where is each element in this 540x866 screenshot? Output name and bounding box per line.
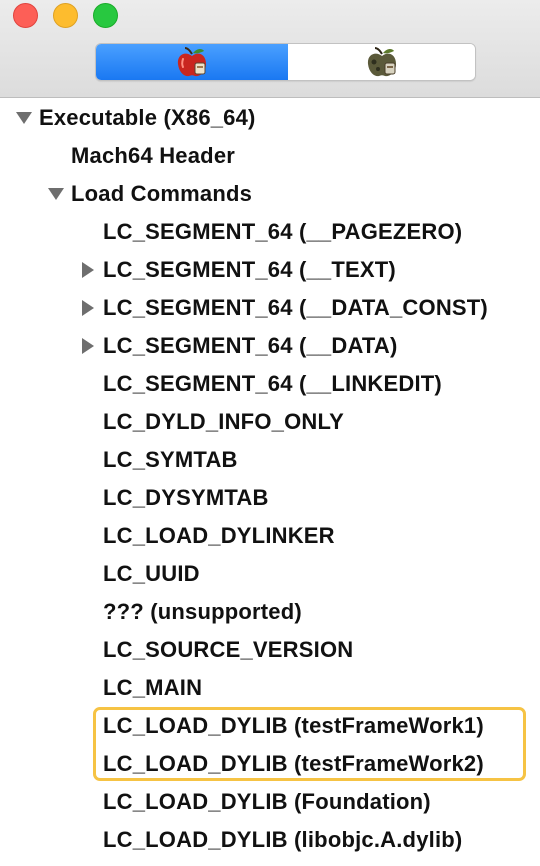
close-window-button[interactable] bbox=[13, 3, 38, 28]
tree-row-load-dylib-testframework1[interactable]: LC_LOAD_DYLIB (testFrameWork1) bbox=[0, 707, 540, 745]
rotten-apple-icon bbox=[367, 47, 396, 77]
tree-item-label: Load Commands bbox=[71, 181, 253, 206]
tree-item-label: Mach64 Header bbox=[71, 143, 236, 168]
tree-row-load-command[interactable]: LC_LOAD_DYLIB (Foundation) bbox=[0, 783, 540, 821]
tree-item-label: ??? (unsupported) bbox=[103, 599, 302, 624]
tree-row-load-command[interactable]: LC_SEGMENT_64 (__TEXT) bbox=[0, 251, 540, 289]
tree-item-label: LC_SYMTAB bbox=[103, 447, 238, 472]
tree-row-load-command[interactable]: LC_LOAD_DYLINKER bbox=[0, 517, 540, 555]
view-mode-segment-red-apple[interactable] bbox=[96, 44, 288, 80]
window-titlebar bbox=[0, 0, 540, 98]
tree-item-label: LC_LOAD_DYLIB (libobjc.A.dylib) bbox=[103, 827, 463, 852]
tree-row-load-command[interactable]: LC_DYLD_INFO_ONLY bbox=[0, 403, 540, 441]
tree-row-load-command[interactable]: LC_DYSYMTAB bbox=[0, 479, 540, 517]
tree-row-load-command[interactable]: LC_SEGMENT_64 (__DATA_CONST) bbox=[0, 289, 540, 327]
tree-item-label: Executable (X86_64) bbox=[39, 105, 256, 130]
zoom-window-button[interactable] bbox=[93, 3, 118, 28]
tree-item-label: LC_LOAD_DYLIB (testFrameWork1) bbox=[103, 713, 484, 738]
tree-item-label: LC_MAIN bbox=[103, 675, 203, 700]
tree-item-label: LC_LOAD_DYLIB (testFrameWork2) bbox=[103, 751, 484, 776]
tree-row-load-command[interactable]: LC_SYMTAB bbox=[0, 441, 540, 479]
tree-row-load-command[interactable]: LC_SEGMENT_64 (__PAGEZERO) bbox=[0, 213, 540, 251]
tree-row-executable[interactable]: Executable (X86_64) bbox=[0, 99, 540, 137]
collapsed-triangle-icon[interactable] bbox=[79, 261, 97, 279]
tree-row-load-dylib-testframework2[interactable]: LC_LOAD_DYLIB (testFrameWork2) bbox=[0, 745, 540, 783]
tree-item-label: LC_LOAD_DYLINKER bbox=[103, 523, 335, 548]
tree-row-load-command[interactable]: LC_MAIN bbox=[0, 669, 540, 707]
tree-row-load-command[interactable]: LC_SEGMENT_64 (__LINKEDIT) bbox=[0, 365, 540, 403]
collapsed-triangle-icon[interactable] bbox=[79, 337, 97, 355]
tree-item-label: LC_SEGMENT_64 (__DATA) bbox=[103, 333, 398, 358]
tree-row-mach-header[interactable]: Mach64 Header bbox=[0, 137, 540, 175]
tree-item-label: LC_SEGMENT_64 (__DATA_CONST) bbox=[103, 295, 488, 320]
tree-item-label: LC_UUID bbox=[103, 561, 200, 586]
tree-item-label: LC_DYLD_INFO_ONLY bbox=[103, 409, 344, 434]
tree-item-label: LC_LOAD_DYLIB (Foundation) bbox=[103, 789, 431, 814]
minimize-window-button[interactable] bbox=[53, 3, 78, 28]
collapsed-triangle-icon[interactable] bbox=[79, 299, 97, 317]
tree-item-label: LC_SEGMENT_64 (__LINKEDIT) bbox=[103, 371, 442, 396]
tree-row-load-command[interactable]: LC_LOAD_DYLIB (libobjc.A.dylib) bbox=[0, 821, 540, 859]
tree-row-load-command[interactable]: LC_UUID bbox=[0, 555, 540, 593]
expanded-triangle-icon[interactable] bbox=[15, 109, 33, 127]
tree-row-load-command[interactable]: ??? (unsupported) bbox=[0, 593, 540, 631]
expanded-triangle-icon[interactable] bbox=[47, 185, 65, 203]
tree-item-label: LC_SEGMENT_64 (__TEXT) bbox=[103, 257, 396, 282]
tree-item-label: LC_SEGMENT_64 (__PAGEZERO) bbox=[103, 219, 463, 244]
mach-o-structure-tree: Executable (X86_64) Mach64 Header Load C… bbox=[0, 98, 540, 866]
view-mode-segment-rotten-apple[interactable] bbox=[288, 44, 475, 80]
tree-row-load-command[interactable]: LC_SEGMENT_64 (__DATA) bbox=[0, 327, 540, 365]
tree-row-load-commands[interactable]: Load Commands bbox=[0, 175, 540, 213]
tree-row-load-command[interactable]: LC_SOURCE_VERSION bbox=[0, 631, 540, 669]
view-mode-segmented-control bbox=[95, 43, 476, 81]
red-apple-icon bbox=[177, 47, 206, 77]
tree-item-label: LC_SOURCE_VERSION bbox=[103, 637, 354, 662]
tree-item-label: LC_DYSYMTAB bbox=[103, 485, 269, 510]
